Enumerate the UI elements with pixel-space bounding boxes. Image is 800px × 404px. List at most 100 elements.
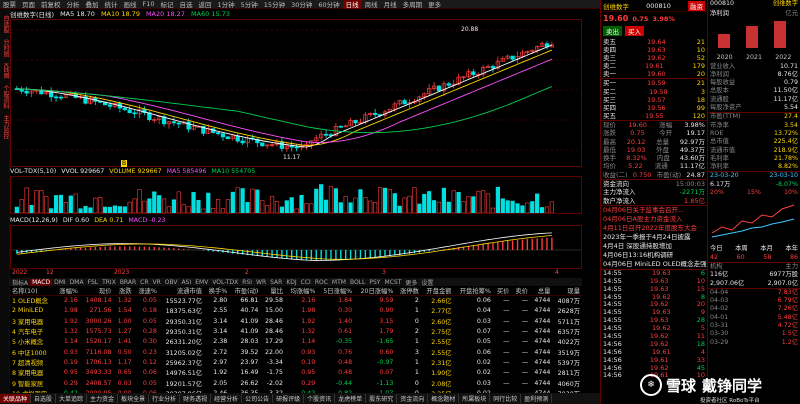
toolbar-item[interactable]: 股票 [0,0,19,9]
bottom-tab[interactable]: 公司公告 [242,394,274,403]
macd-chart[interactable] [10,225,582,269]
toolbar-item[interactable]: 15分钟 [261,0,288,9]
bottom-tab[interactable]: 财务透视 [180,394,212,403]
sector-header-cell[interactable]: 5日涨幅% [317,286,355,296]
indicator-tab[interactable]: 更多 [403,278,419,287]
toolbar-item[interactable]: 1分钟 [215,0,238,9]
volume-chart[interactable] [10,176,582,214]
sector-header-cell[interactable]: 换手% [204,286,230,296]
sector-header-cell[interactable]: 涨跌 [113,286,134,296]
news-item[interactable]: 4月06日13:16机构调研 [601,251,707,260]
sidebar-item[interactable]: 主力监控 [1,115,10,139]
toolbar-item[interactable]: 日线 [342,0,362,9]
sector-header-cell[interactable]: 20日涨幅% [354,286,396,296]
bottom-tab[interactable]: 概念题材 [428,394,460,403]
indicator-tab[interactable]: MCST [382,279,403,286]
toolbar-item[interactable]: 叠加 [83,0,102,9]
bottom-tab[interactable]: 所属板块 [459,394,491,403]
sector-header-cell[interactable]: 涨幅% [54,286,80,296]
buy-button[interactable]: 买入 [625,26,644,36]
indicator-tab[interactable]: MTM [330,279,348,286]
sector-header-cell[interactable]: 涨速% [133,286,159,296]
toolbar-item[interactable]: F10 [140,0,158,8]
sidebar-item[interactable]: 分时图 [1,39,10,57]
sector-header-cell[interactable]: 市盈(动) [229,286,261,296]
news-item[interactable]: 04月06日 MiniLED OLED概念走强 [601,260,707,269]
toolbar-item[interactable]: 统计 [102,0,121,9]
bottom-tab[interactable]: 关联品种 [0,394,32,403]
indicator-tab[interactable]: DMI [52,279,68,286]
sector-header-cell[interactable]: 涨停数 [395,286,421,296]
bottom-tab[interactable]: 龙虎榜单 [335,394,367,403]
sector-header-cell[interactable]: 名称(10) [10,286,55,296]
indicator-tab[interactable]: MACD [30,278,53,286]
indicator-tab[interactable]: VOL-TDX [210,279,240,286]
candlestick-chart[interactable]: 20.88 11.17 B [10,19,582,167]
sector-header-cell[interactable]: 卖价 [511,286,530,296]
sidebar-item[interactable]: 自选股 [1,15,10,33]
indicator-tab[interactable]: OBV [163,279,180,286]
bottom-tab[interactable]: 板块全景 [118,394,150,403]
indicator-tab[interactable]: BRAR [118,279,138,286]
sell-button[interactable]: 卖出 [603,26,622,36]
sector-row[interactable]: 1 OLED概念 2.16 1408.14 1.32 0.05 15523.77亿 2.80… [10,296,582,306]
toolbar-item[interactable]: 分析 [64,0,83,9]
bottom-tab[interactable]: 自选股 [31,394,57,403]
sector-header-cell[interactable]: 均涨幅% [285,286,318,296]
toolbar-item[interactable]: 返回 [196,0,215,9]
sector-header-cell[interactable]: 量比 [260,286,286,296]
indicator-tab[interactable]: VR [151,279,163,286]
bottom-tab[interactable]: 研报评级 [273,394,305,403]
indicator-tab[interactable]: BOLL [348,279,367,286]
toolbar-item[interactable]: 画线 [121,0,140,9]
news-item[interactable]: 4月11日召开2022年度股东大会 [601,224,707,233]
indicator-tab[interactable]: DMA [68,279,86,286]
sector-header-cell[interactable]: 开盘金额 [420,286,454,296]
indicator-tab[interactable]: TRIX [100,279,118,286]
bottom-tab[interactable]: 经营分析 [211,394,243,403]
bottom-tab[interactable]: 个股资讯 [304,394,336,403]
indicator-tab[interactable]: KDJ [284,279,298,286]
sector-row[interactable]: 4 汽车电子 1.32 1575.73 1.27 0.28 29350.31亿 3.14 41… [10,326,582,336]
news-item[interactable]: 4月4日 深股通持股增加 [601,242,707,251]
indicator-tab[interactable]: 设置 [419,278,435,287]
toolbar-item[interactable]: 多周期 [400,0,426,9]
sector-row[interactable]: 9 智能家居 0.29 2408.57 0.03 0.05 19201.57亿 2.05 26… [10,378,582,388]
sector-header-cell[interactable]: 现价 [79,286,114,296]
sidebar-item[interactable]: K线图 [1,63,10,79]
indicator-tab[interactable]: EMV [193,279,210,286]
indicator-tab[interactable]: PSY [367,279,382,286]
indicator-tab[interactable]: FSL [86,279,101,286]
bottom-tab[interactable]: 大单追踪 [56,394,88,403]
sector-header-cell[interactable]: 开盘抢筹% [453,286,493,296]
indicator-tab[interactable]: 指标A [10,278,30,287]
indicator-tab[interactable]: RSI [240,279,254,286]
sector-header-cell[interactable]: 现量 [552,286,582,296]
indicator-tab[interactable]: CCI [299,279,313,286]
bottom-tab[interactable]: 资金流向 [397,394,429,403]
news-item[interactable]: 2023年一季报于4月24日披露 [601,233,707,242]
sidebar-item[interactable]: 个股资料 [1,85,10,109]
toolbar-item[interactable]: 标记 [158,0,177,9]
sector-row[interactable]: 2 MiniLED 1.98 271.56 1.54 0.18 18375.63亿 2.55… [10,306,582,316]
toolbar-item[interactable]: 60分钟 [315,0,342,9]
bottom-tab[interactable]: 股东研究 [366,394,398,403]
toolbar-item[interactable]: 前复权 [38,0,64,9]
sector-row[interactable]: 8 家用电器 0.95 3493.33 0.65 0.06 14976.51亿 1.92 16… [10,368,582,378]
toolbar-item[interactable]: 周线 [362,0,381,9]
sector-row[interactable]: 3 家用电器 1.92 3000.26 1.00 0.05 29350.31亿 3.14 41… [10,316,582,326]
sector-header-cell[interactable]: 流通市值 [158,286,205,296]
bottom-tab[interactable]: 行业分析 [149,394,181,403]
news-item[interactable]: 04月06日关于监事会召开... [601,206,707,215]
indicator-tab[interactable]: SAR [268,279,284,286]
toolbar-item[interactable]: 页面 [19,0,38,9]
sector-row[interactable]: 5 小米概念 1.14 1520.17 1.41 0.30 26331.20亿 2.38 28… [10,337,582,347]
indicator-tab[interactable]: ASI [180,279,194,286]
sector-row[interactable]: 6 中证1000 0.93 7116.08 0.50 0.23 31205.02亿 2.72… [10,347,582,357]
sector-header-cell[interactable]: 总量 [530,286,553,296]
bottom-tab[interactable]: 主力资金 [87,394,119,403]
indicator-tab[interactable]: ROC [313,279,330,286]
indicator-tab[interactable]: WR [254,279,268,286]
bottom-tab[interactable]: 盈利预测 [521,394,553,403]
toolbar-item[interactable]: 30分钟 [288,0,315,9]
